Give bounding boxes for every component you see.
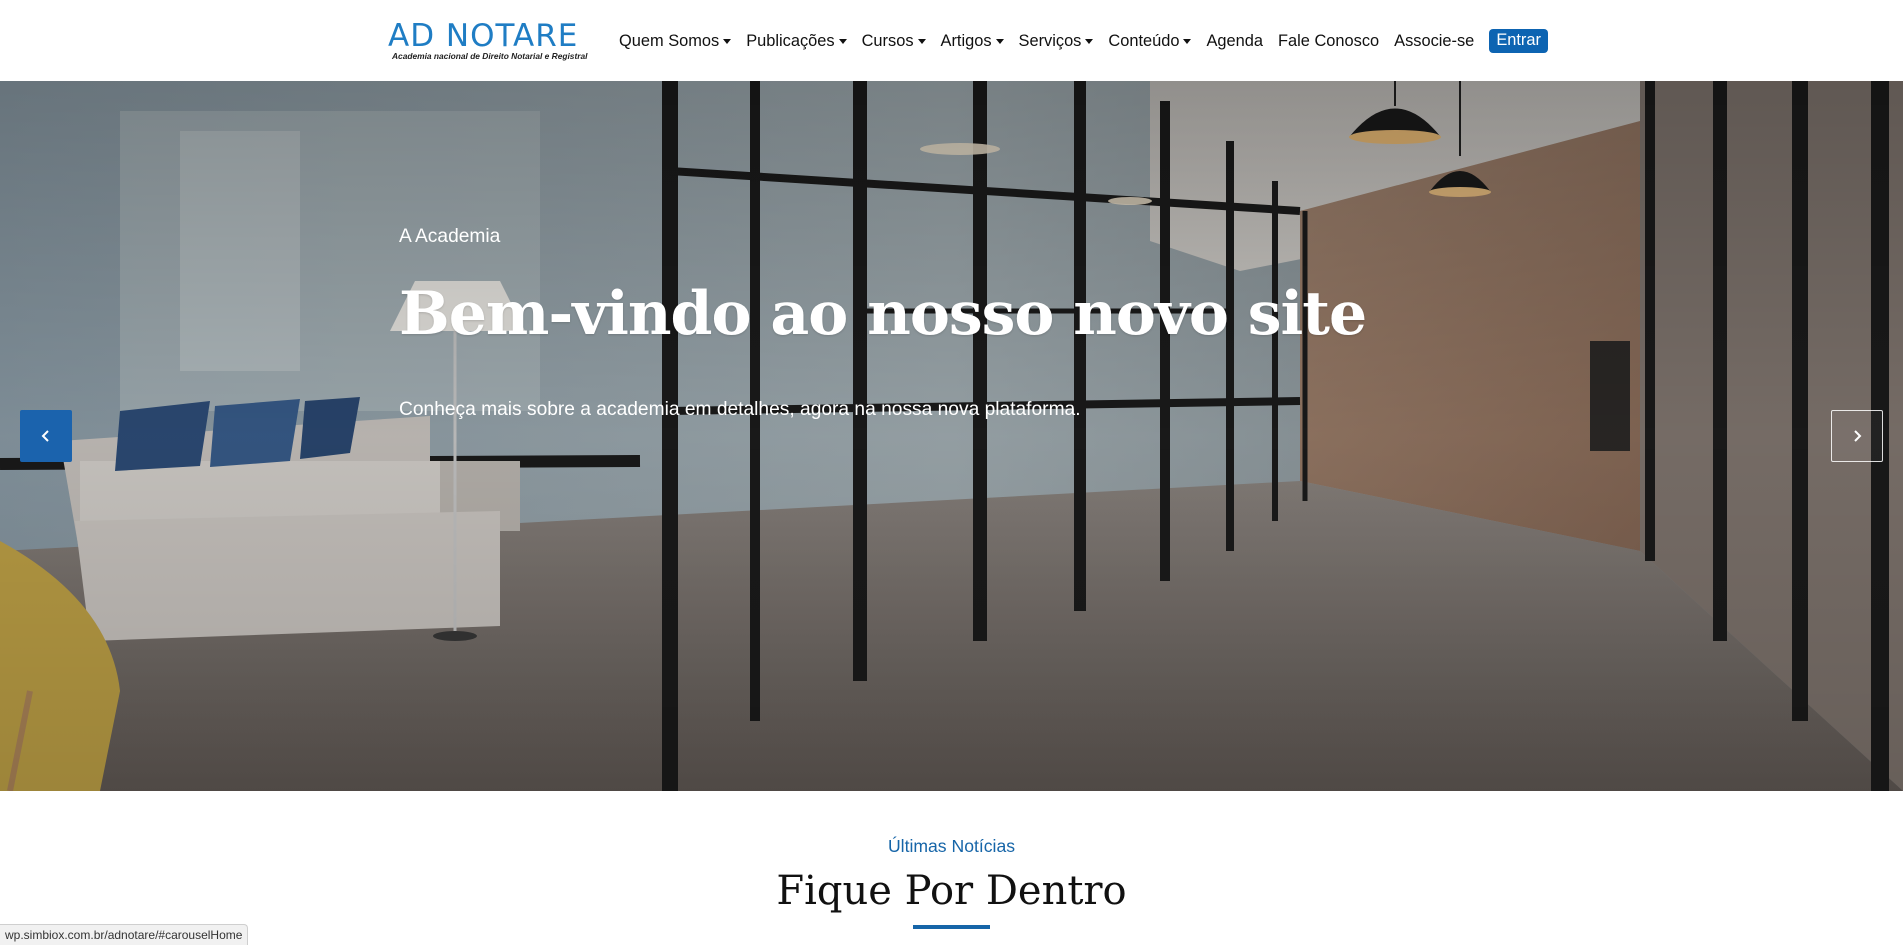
- nav-item-label: Publicações: [746, 31, 835, 50]
- news-section: Últimas Notícias Fique Por Dentro: [0, 791, 1903, 945]
- caret-down-icon: [917, 38, 926, 44]
- caret-down-icon: [1085, 38, 1094, 44]
- nav-item-agenda[interactable]: Agenda: [1206, 32, 1263, 51]
- browser-status-url: wp.simbiox.com.br/adnotare/#carouselHome: [0, 924, 249, 945]
- nav-item-artigos[interactable]: Artigos: [941, 32, 1004, 51]
- title-underline: [913, 925, 990, 929]
- chevron-left-icon: [41, 430, 49, 442]
- nav-item-cursos[interactable]: Cursos: [862, 32, 926, 51]
- hero-background-image: [0, 81, 1903, 791]
- nav-item-entrar: Entrar: [1489, 29, 1548, 53]
- hero-title: Bem-vindo ao nosso novo site: [399, 279, 1367, 349]
- news-eyebrow: Últimas Notícias: [887, 836, 1016, 856]
- nav-item-label: Cursos: [861, 31, 914, 50]
- nav-item-fale-conosco[interactable]: Fale Conosco: [1278, 32, 1379, 51]
- nav-item-quem-somos[interactable]: Quem Somos: [619, 31, 732, 51]
- nav-item-label: Associe-se: [1394, 31, 1475, 50]
- caret-down-icon: [995, 38, 1004, 44]
- nav-item-label: Quem Somos: [619, 31, 720, 50]
- brand-logo[interactable]: AD NOTARE Academia nacional de Direito N…: [388, 18, 588, 61]
- login-button[interactable]: Entrar: [1489, 29, 1548, 53]
- hero-eyebrow: A Academia: [399, 226, 501, 247]
- caret-down-icon: [723, 38, 732, 44]
- carousel-next-button[interactable]: [1831, 410, 1883, 462]
- carousel-prev-button[interactable]: [20, 410, 72, 462]
- nav-item-label: Agenda: [1206, 31, 1263, 50]
- nav-item-servicos[interactable]: Serviços: [1019, 32, 1094, 51]
- caret-down-icon: [838, 38, 847, 44]
- brand-tagline: Academia nacional de Direito Notarial e …: [392, 51, 588, 61]
- nav-item-publicacoes[interactable]: Publicações: [746, 31, 847, 51]
- hero-carousel: A Academia Bem-vindo ao nosso novo site …: [0, 81, 1903, 791]
- brand-name: AD NOTARE: [388, 18, 579, 54]
- site-header: AD NOTARE Academia nacional de Direito N…: [0, 0, 1903, 81]
- nav-item-label: Artigos: [940, 31, 992, 50]
- news-title: Fique Por Dentro: [776, 868, 1127, 914]
- nav-item-associe-se[interactable]: Associe-se: [1394, 32, 1474, 51]
- main-nav: Quem Somos Publicações Cursos Artigos Se…: [619, 28, 1548, 54]
- caret-down-icon: [1183, 38, 1192, 44]
- hero-description: Conheça mais sobre a academia em detalhe…: [399, 399, 1081, 420]
- chevron-right-icon: [1854, 430, 1862, 442]
- nav-item-label: Conteúdo: [1108, 31, 1180, 50]
- nav-item-label: Serviços: [1018, 31, 1082, 50]
- nav-item-label: Fale Conosco: [1278, 31, 1380, 50]
- nav-item-conteudo[interactable]: Conteúdo: [1108, 31, 1192, 51]
